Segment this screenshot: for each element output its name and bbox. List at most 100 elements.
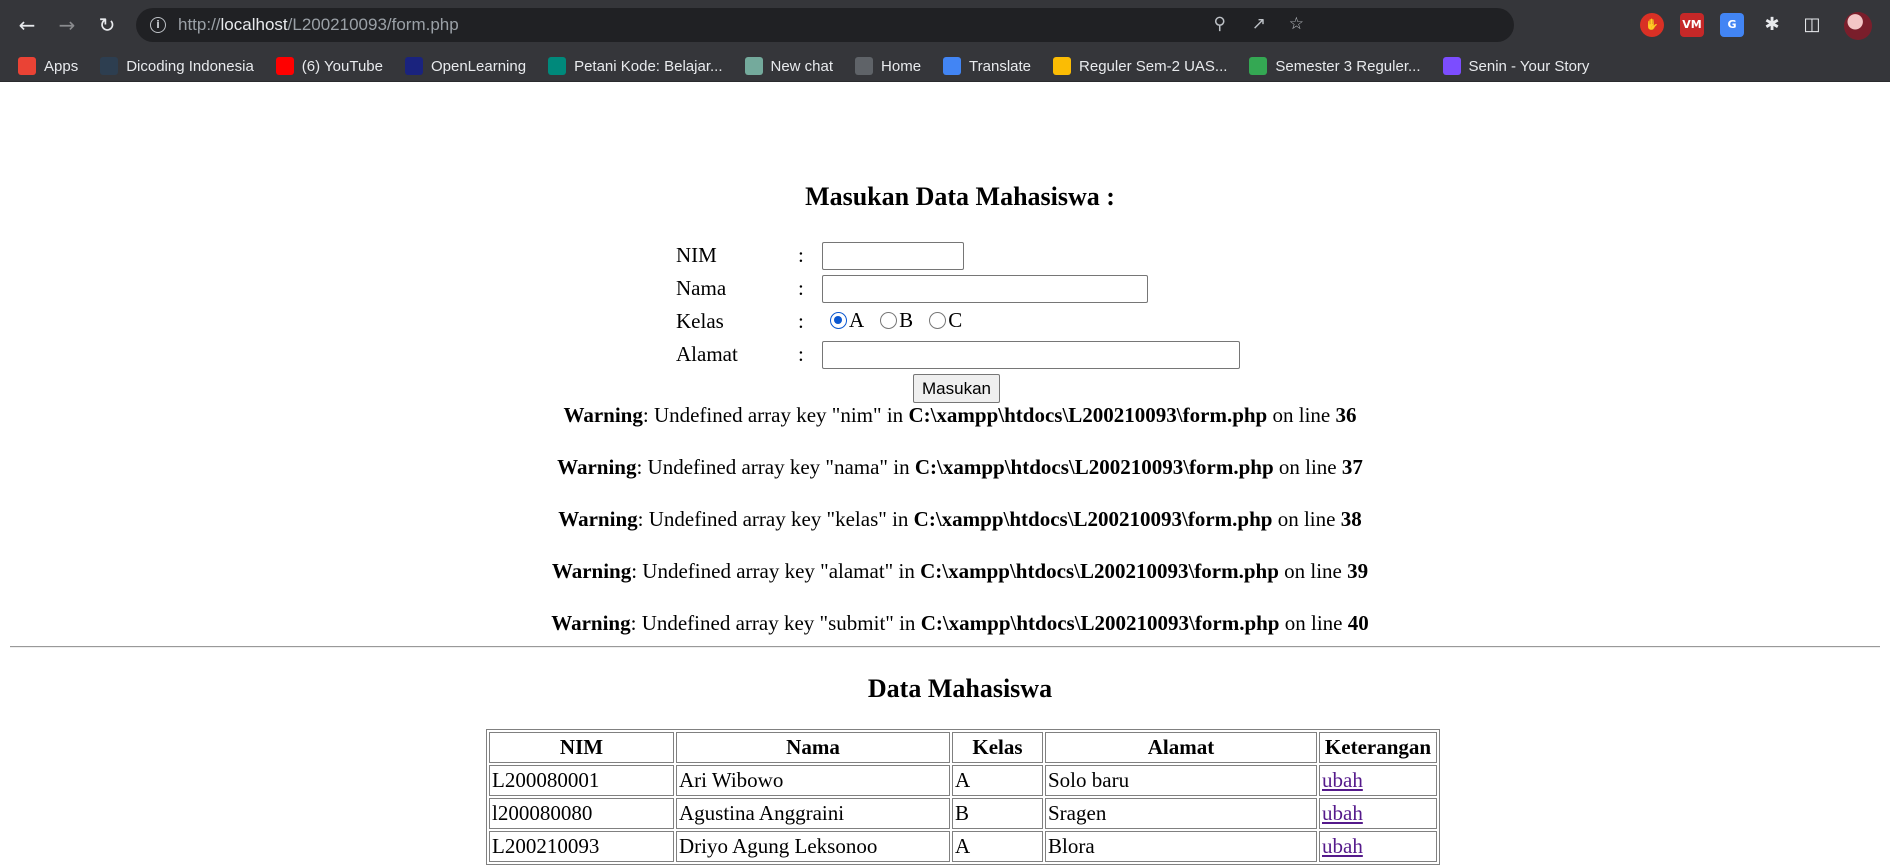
extensions-puzzle-icon[interactable]: ✱ <box>1760 13 1784 37</box>
bookmark-label: Dicoding Indonesia <box>126 57 254 75</box>
kelas-radio-c[interactable] <box>929 312 947 329</box>
kelas-option-label: A <box>849 308 865 332</box>
header-kelas: Kelas <box>952 732 1043 763</box>
warning-file: C:\xampp\htdocs\L200210093\form.php <box>908 403 1268 427</box>
google-translate-icon <box>943 57 962 75</box>
youtube-icon <box>275 57 294 75</box>
bookmark-item[interactable]: Petani Kode: Belajar... <box>548 57 723 75</box>
dicoding-icon <box>100 57 119 75</box>
header-alamat: Alamat <box>1045 732 1317 763</box>
submit-button[interactable]: Masukan <box>913 374 1000 403</box>
bookmark-label: Semester 3 Reguler... <box>1275 57 1421 75</box>
browser-toolbar: ← → ↻ i http://localhost/L200210093/form… <box>0 0 1890 51</box>
nama-input[interactable] <box>822 275 1148 303</box>
ubah-link[interactable]: ubah <box>1322 801 1363 825</box>
address-bar[interactable]: i http://localhost/L200210093/form.php ⚲… <box>136 8 1514 42</box>
bookmark-item[interactable]: OpenLearning <box>404 57 527 75</box>
back-arrow-icon[interactable]: ← <box>14 12 40 38</box>
reload-icon[interactable]: ↻ <box>94 12 120 38</box>
cell-keterangan: ubah <box>1319 831 1437 862</box>
skype-home-icon <box>855 57 874 75</box>
chatgpt-icon <box>744 57 763 75</box>
php-warnings: Warning : Undefined array key "nim" in C:… <box>0 400 1890 660</box>
cell-alamat: Blora <box>1045 831 1317 862</box>
cell-alamat: Sragen <box>1045 798 1317 829</box>
vm-extension-icon[interactable]: VM <box>1680 13 1704 37</box>
form-title: Masukan Data Mahasiswa : <box>805 182 1115 211</box>
bookmark-item[interactable]: (6) YouTube <box>275 57 383 75</box>
table-row: L200080001 Ari Wibowo A Solo baru ubah <box>489 765 1437 796</box>
bookmark-item[interactable]: Apps <box>18 57 78 75</box>
kelas-radio-a[interactable] <box>830 312 847 329</box>
cell-nim: l200080080 <box>489 798 674 829</box>
zoom-icon[interactable]: ⚲ <box>1214 14 1226 34</box>
ubah-link[interactable]: ubah <box>1322 768 1363 792</box>
data-title: Data Mahasiswa <box>867 674 1053 703</box>
warning-on-line: on line <box>1267 403 1336 427</box>
translate-extension-icon[interactable]: G <box>1720 13 1744 37</box>
warning-file: C:\xampp\htdocs\L200210093\form.php <box>913 507 1273 531</box>
warning-text: : Undefined array key "nim" in <box>642 403 909 427</box>
bookmark-label: Translate <box>969 57 1032 75</box>
colon: : <box>798 276 804 300</box>
google-drive-icon <box>1249 57 1268 75</box>
cell-nama: Ari Wibowo <box>676 765 950 796</box>
nim-input[interactable] <box>822 242 964 270</box>
bookmark-item[interactable]: New chat <box>744 57 833 75</box>
kelas-option[interactable]: C <box>921 308 962 333</box>
ubah-link[interactable]: ubah <box>1322 834 1363 858</box>
warning-line-number: 39 <box>1347 559 1369 583</box>
bookmark-item[interactable]: Senin - Your Story <box>1442 57 1590 75</box>
kelas-radio-b[interactable] <box>880 312 898 329</box>
profile-avatar[interactable] <box>1844 12 1872 40</box>
bookmarks-bar: Apps Dicoding Indonesia (6) YouTube OpenLea… <box>0 51 1890 82</box>
site-info-icon[interactable]: i <box>150 17 166 33</box>
heart-icon <box>1442 57 1461 75</box>
bookmark-label: Reguler Sem-2 UAS... <box>1079 57 1228 75</box>
url-text[interactable]: http://localhost/L200210093/form.php <box>178 15 459 35</box>
warning-prefix: Warning <box>551 611 631 635</box>
divider <box>10 646 1880 648</box>
adblock-extension-icon[interactable]: ✋ <box>1640 13 1664 37</box>
header-nama: Nama <box>676 732 950 763</box>
bookmark-item[interactable]: Dicoding Indonesia <box>100 57 254 75</box>
cell-kelas: B <box>952 798 1043 829</box>
kelas-option[interactable]: A <box>822 308 864 333</box>
url-host: localhost <box>220 15 288 34</box>
header-nim: NIM <box>489 732 674 763</box>
bookmark-star-icon[interactable]: ☆ <box>1289 14 1304 34</box>
warning-text: : Undefined array key "nama" in <box>636 455 915 479</box>
bookmark-item[interactable]: Semester 3 Reguler... <box>1249 57 1421 75</box>
bookmark-item[interactable]: Home <box>855 57 921 75</box>
forward-arrow-icon[interactable]: → <box>54 12 80 38</box>
alamat-input[interactable] <box>822 341 1240 369</box>
google-drive-icon <box>1053 57 1072 75</box>
warning-message: Warning: Undefined array key "kelas" in … <box>0 504 1890 556</box>
kelas-radio-group: A B C <box>821 306 1241 337</box>
warning-line-number: 40 <box>1347 611 1369 635</box>
warning-on-line: on line <box>1272 507 1341 531</box>
table-row: L200210093 Driyo Agung Leksonoo A Blora ubah <box>489 831 1437 862</box>
share-icon[interactable]: ↗ <box>1252 14 1266 34</box>
warning-text: : Undefined array key "alamat" in <box>631 559 921 583</box>
bookmark-label: Senin - Your Story <box>1468 57 1590 75</box>
colon: : <box>798 243 804 267</box>
kelas-option-label: C <box>948 308 963 332</box>
bookmark-item[interactable]: Reguler Sem-2 UAS... <box>1053 57 1227 75</box>
warning-file: C:\xampp\htdocs\L200210093\form.php <box>920 611 1280 635</box>
cell-nama: Agustina Anggraini <box>676 798 950 829</box>
warning-file: C:\xampp\htdocs\L200210093\form.php <box>920 559 1279 583</box>
cell-kelas: A <box>952 831 1043 862</box>
kelas-label: Kelas <box>676 309 724 333</box>
url-path: /L200210093/form.php <box>287 15 459 34</box>
kelas-option[interactable]: B <box>872 308 913 333</box>
bookmark-label: Petani Kode: Belajar... <box>574 57 723 75</box>
warning-prefix: Warning <box>557 455 637 479</box>
colon: : <box>798 342 804 366</box>
side-panel-icon[interactable]: ◫ <box>1800 13 1824 37</box>
table-header-row: NIM Nama Kelas Alamat Keterangan <box>489 732 1437 763</box>
bookmark-label: OpenLearning <box>430 57 527 75</box>
cell-kelas: A <box>952 765 1043 796</box>
warning-on-line: on line <box>1278 559 1348 583</box>
bookmark-item[interactable]: Translate <box>943 57 1031 75</box>
